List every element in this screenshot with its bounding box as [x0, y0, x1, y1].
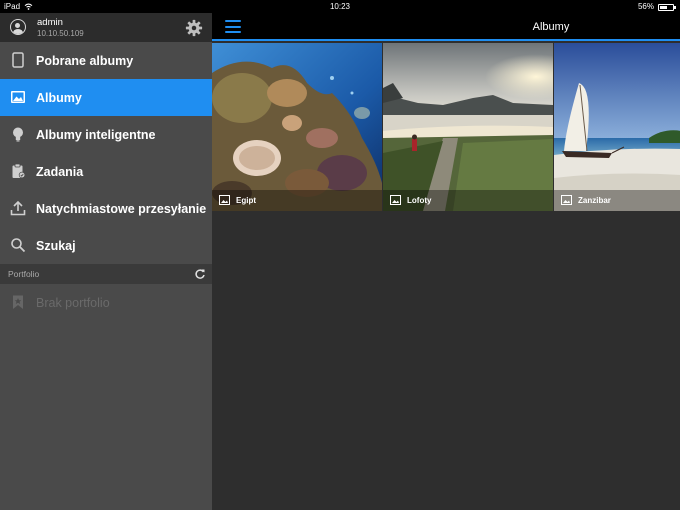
search-icon — [11, 238, 26, 253]
upload-icon — [10, 200, 26, 216]
album-name: Lofoty — [407, 196, 432, 205]
portfolio-empty-item: Brak portfolio — [0, 284, 212, 321]
album-caption: Zanzibar — [554, 190, 680, 211]
sidebar-item-label: Natychmiastowe przesyłanie — [36, 201, 207, 216]
sidebar-item-label: Zadania — [36, 164, 84, 179]
page-title: Albumy — [532, 21, 570, 33]
server-ip: 10.10.50.109 — [37, 29, 84, 38]
album-caption: Egipt — [212, 190, 382, 211]
empty-portfolio-label: Brak portfolio — [36, 295, 110, 310]
album-caption: Lofoty — [383, 190, 553, 211]
album-name: Zanzibar — [578, 196, 611, 205]
clipboard-icon — [12, 163, 26, 179]
refresh-icon[interactable] — [194, 268, 206, 280]
bookmark-icon — [13, 295, 23, 309]
section-title: Portfolio — [8, 269, 40, 279]
battery-percent: 56% — [637, 2, 654, 11]
album-icon — [219, 195, 230, 205]
tablet-icon — [12, 52, 24, 68]
user-name: admin — [37, 17, 63, 28]
album-thumbnail-image — [383, 43, 553, 211]
clock: 10:23 — [329, 2, 351, 11]
main-content: Albumy Egipt Lofoty Zanzibar — [212, 13, 680, 510]
album-tile[interactable]: Egipt — [212, 43, 382, 211]
sidebar-item-search[interactable]: Szukaj — [0, 227, 212, 264]
album-tile[interactable]: Zanzibar — [554, 43, 680, 211]
sidebar-item-label: Szukaj — [36, 238, 76, 253]
sidebar-item-instant-upload[interactable]: Natychmiastowe przesyłanie — [0, 190, 212, 227]
album-thumbnail-image — [554, 43, 680, 211]
sidebar-item-label: Albumy inteligentne — [36, 127, 156, 142]
sidebar-item-tasks[interactable]: Zadania — [0, 153, 212, 190]
sidebar: admin 10.10.50.109 Pobrane albumy Albumy… — [0, 13, 212, 510]
album-thumbnail-image — [212, 43, 382, 211]
album-grid: Egipt Lofoty Zanzibar — [212, 43, 680, 211]
photo-album-icon — [11, 91, 25, 103]
album-tile[interactable]: Lofoty — [383, 43, 553, 211]
gear-icon[interactable] — [185, 19, 203, 37]
sidebar-item-albums[interactable]: Albumy — [0, 79, 212, 116]
sidebar-item-downloaded-albums[interactable]: Pobrane albumy — [0, 42, 212, 79]
battery-icon — [658, 3, 676, 11]
album-icon — [561, 195, 572, 205]
album-name: Egipt — [236, 196, 256, 205]
top-bar: Albumy — [212, 13, 680, 41]
status-bar: iPad 10:23 56% — [0, 0, 680, 13]
sidebar-item-label: Albumy — [36, 90, 82, 105]
user-header: admin 10.10.50.109 — [0, 13, 212, 42]
portfolio-section-header: Portfolio — [0, 264, 212, 284]
avatar-icon[interactable] — [10, 19, 26, 35]
album-icon — [390, 195, 401, 205]
lightbulb-icon — [13, 127, 23, 142]
sidebar-item-label: Pobrane albumy — [36, 53, 134, 68]
sidebar-item-smart-albums[interactable]: Albumy inteligentne — [0, 116, 212, 153]
